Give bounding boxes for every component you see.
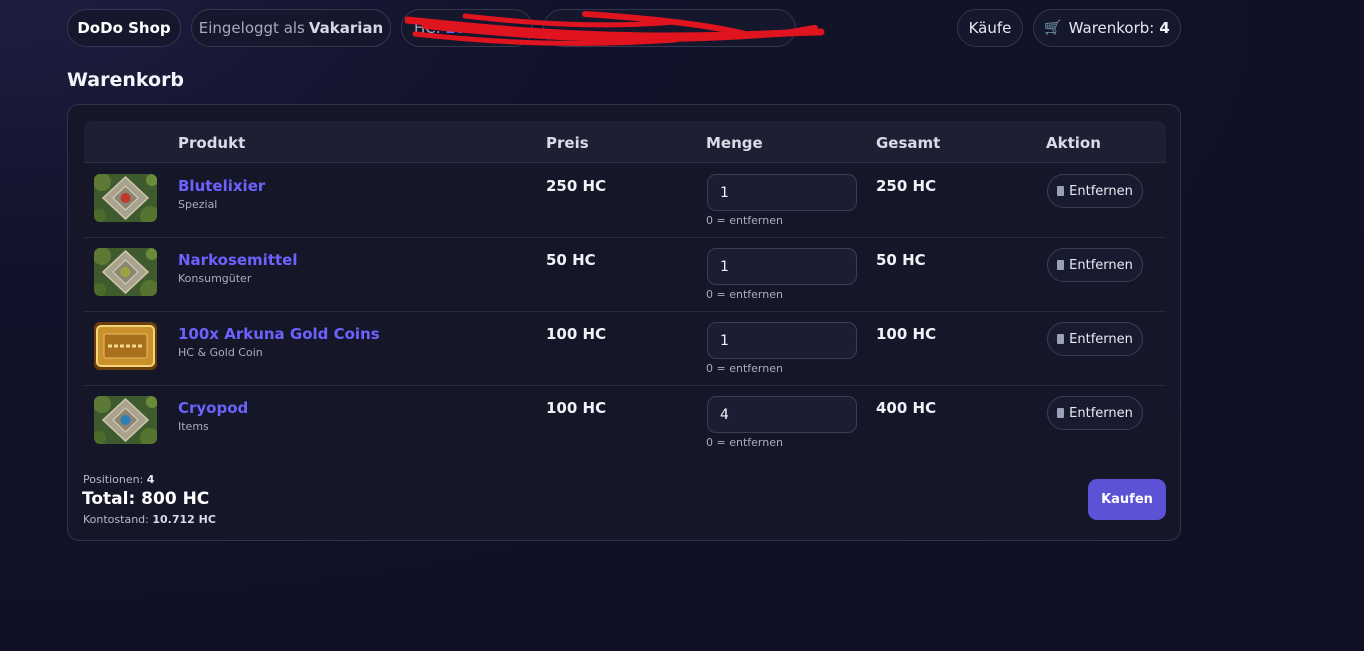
remove-button[interactable]: Entfernen — [1047, 396, 1143, 430]
product-name-link[interactable]: Blutelixier — [178, 177, 265, 195]
balance-value: 10.712 HC — [152, 513, 216, 526]
quantity-hint: 0 = entfernen — [706, 436, 783, 449]
quantity-hint: 0 = entfernen — [706, 362, 783, 375]
remove-label: Entfernen — [1069, 331, 1133, 347]
cart-icon: 🛒 — [1044, 20, 1062, 36]
product-category: HC & Gold Coin — [178, 346, 263, 359]
table-row: Blutelixier Spezial 250 HC 0 = entfernen… — [84, 164, 1166, 238]
purchases-link[interactable]: Käufe — [957, 9, 1023, 47]
remove-button[interactable]: Entfernen — [1047, 322, 1143, 356]
brand-label: DoDo Shop — [77, 19, 171, 37]
header-total: Gesamt — [876, 134, 941, 152]
product-category: Konsumgüter — [178, 272, 252, 285]
quantity-input[interactable] — [707, 248, 857, 285]
positions-label: Positionen: — [83, 473, 144, 486]
quantity-hint: 0 = entfernen — [706, 288, 783, 301]
table-header: Produkt Preis Menge Gesamt Aktion — [84, 121, 1166, 163]
product-price: 50 HC — [546, 251, 596, 269]
product-price: 250 HC — [546, 177, 607, 195]
quantity-hint: 0 = entfernen — [706, 214, 783, 227]
green-gem-icon — [94, 248, 157, 296]
trash-icon — [1057, 186, 1065, 196]
cart-link[interactable]: 🛒 Warenkorb: 4 — [1033, 9, 1181, 47]
product-category: Spezial — [178, 198, 218, 211]
product-name-link[interactable]: 100x Arkuna Gold Coins — [178, 325, 380, 343]
quantity-input[interactable] — [707, 174, 857, 211]
page-title: Warenkorb — [67, 69, 185, 91]
product-price: 100 HC — [546, 325, 607, 343]
header-action: Aktion — [1046, 134, 1101, 152]
login-prefix: Eingeloggt als — [198, 19, 305, 37]
trash-icon — [1057, 260, 1065, 270]
account-balance: Kontostand: 10.712 HC — [83, 513, 216, 526]
trash-icon — [1057, 408, 1065, 418]
product-name-link[interactable]: Cryopod — [178, 399, 248, 417]
red-gem-icon — [94, 174, 157, 222]
positions-count: Positionen: 4 — [83, 473, 154, 486]
cart-panel: Produkt Preis Menge Gesamt Aktion Blutel… — [67, 104, 1181, 541]
product-category: Items — [178, 420, 209, 433]
blue-gem-icon — [94, 396, 157, 444]
balance-label: Kontostand: — [83, 513, 149, 526]
remove-button[interactable]: Entfernen — [1047, 248, 1143, 282]
hc-label: HC: — [414, 19, 441, 37]
table-row: Cryopod Items 100 HC 0 = entfernen 400 H… — [84, 386, 1166, 460]
trash-icon — [1057, 334, 1065, 344]
buy-button[interactable]: Kaufen — [1088, 479, 1166, 520]
cart-label: Warenkorb: — [1068, 19, 1155, 37]
product-price: 100 HC — [546, 399, 607, 417]
login-status: Eingeloggt als Vakarian — [191, 9, 391, 47]
header-product: Produkt — [178, 134, 246, 152]
remove-button[interactable]: Entfernen — [1047, 174, 1143, 208]
quantity-input[interactable] — [707, 322, 857, 359]
line-total: 50 HC — [876, 251, 926, 269]
hc-value: 10 — [444, 19, 466, 37]
header-price: Preis — [546, 134, 589, 152]
table-row: 100x Arkuna Gold Coins HC & Gold Coin 10… — [84, 312, 1166, 386]
purchases-label: Käufe — [968, 19, 1012, 37]
remove-label: Entfernen — [1069, 405, 1133, 421]
line-total: 400 HC — [876, 399, 937, 417]
shop-brand-link[interactable]: DoDo Shop — [67, 9, 181, 47]
username: Vakarian — [308, 19, 384, 37]
redacted-pill — [543, 9, 796, 47]
product-name-link[interactable]: Narkosemittel — [178, 251, 297, 269]
quantity-input[interactable] — [707, 396, 857, 433]
hc-balance-pill: HC: 10 — [401, 9, 533, 47]
remove-label: Entfernen — [1069, 183, 1133, 199]
cart-total: Total: 800 HC — [82, 489, 210, 509]
line-total: 250 HC — [876, 177, 937, 195]
header-quantity: Menge — [706, 134, 763, 152]
cart-count: 4 — [1159, 19, 1170, 37]
remove-label: Entfernen — [1069, 257, 1133, 273]
gold-plaque-icon — [94, 322, 157, 370]
table-row: Narkosemittel Konsumgüter 50 HC 0 = entf… — [84, 238, 1166, 312]
positions-value: 4 — [146, 473, 155, 486]
line-total: 100 HC — [876, 325, 937, 343]
